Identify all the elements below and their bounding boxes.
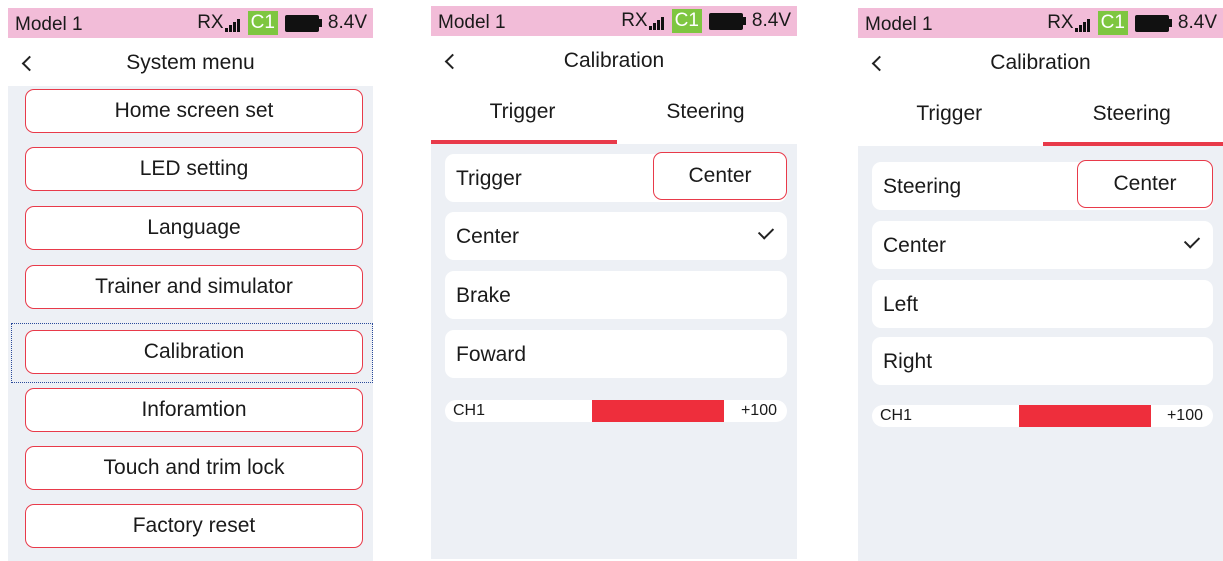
active-tab-indicator [431,140,617,144]
page-title: System menu [126,51,255,74]
rx-indicator: RX [197,8,240,38]
channel-bar: CH1 +100 [445,400,787,422]
status-bar: Model 1 RX C1 8.4V [8,8,373,38]
center-button[interactable]: Center [1077,160,1213,208]
calibration-trigger-screen: Model 1 RX C1 8.4V Calibration Trigger S… [431,6,797,559]
header: System menu [8,46,373,86]
option-left[interactable]: Left [872,280,1213,328]
battery-voltage: 8.4V [751,10,791,31]
option-label: Foward [456,343,527,366]
status-bar: Model 1 RX C1 8.4V [858,8,1223,38]
checkmark-icon [757,223,775,240]
battery-voltage: 8.4V [1177,12,1217,33]
tab-steering[interactable]: Steering [614,100,797,124]
row-label: Steering [883,175,962,198]
status-bar: Model 1 RX C1 8.4V [431,6,797,36]
checkmark-icon [1183,232,1201,249]
rx-label: RX [1047,12,1074,33]
calibration-steering-screen: Model 1 RX C1 8.4V Calibration Trigger S… [858,8,1223,561]
calibration-panel: Trigger Steering Trigger Center Center B… [431,84,797,559]
menu-panel: Home screen set LED setting Language Tra… [8,86,373,561]
channel-label: CH1 [880,407,913,424]
option-label: Left [883,293,919,316]
signal-bars-icon [1074,19,1090,32]
tab-bar: Trigger Steering [431,84,797,144]
page-title: Calibration [990,51,1091,74]
menu-item-information[interactable]: Inforamtion [25,388,363,432]
rx-label: RX [621,10,648,31]
menu-item-calibration[interactable]: Calibration [25,330,363,374]
steering-row: Steering Center [872,160,1213,210]
battery-icon [1134,14,1172,32]
menu-item-trainer-and-simulator[interactable]: Trainer and simulator [25,265,363,309]
page-title: Calibration [563,49,665,72]
option-label: Center [456,225,520,248]
option-label: Right [883,350,933,373]
center-button[interactable]: Center [653,152,787,200]
system-menu-screen: Model 1 RX C1 8.4V System menu Home scre… [8,8,373,561]
battery-voltage: 8.4V [327,12,367,33]
channel-value: +100 [740,402,777,419]
channel-bar: CH1 +100 [872,405,1213,427]
model-name: Model 1 [865,14,933,35]
model-name: Model 1 [15,14,83,35]
model-name: Model 1 [438,12,506,33]
rx-indicator: RX [1047,8,1090,38]
signal-bars-icon [224,19,240,32]
channel-badge: C1 [1097,11,1128,35]
menu-item-home-screen-set[interactable]: Home screen set [25,89,363,133]
tab-bar: Trigger Steering [858,86,1223,146]
rx-indicator: RX [621,6,664,36]
battery-icon [284,14,322,32]
status-indicators: RX C1 8.4V [197,8,367,38]
signal-bars-icon [648,17,664,30]
trigger-row: Trigger Center [445,152,787,202]
channel-badge: C1 [671,9,702,33]
calibration-panel: Trigger Steering Steering Center Center … [858,86,1223,561]
menu-item-factory-reset[interactable]: Factory reset [25,504,363,548]
status-indicators: RX C1 8.4V [1047,8,1217,38]
option-label: Center [883,234,947,257]
option-right[interactable]: Right [872,337,1213,385]
option-center[interactable]: Center [445,212,787,260]
option-center[interactable]: Center [872,221,1213,269]
menu-item-touch-and-trim-lock[interactable]: Touch and trim lock [25,446,363,490]
option-label: Brake [456,284,511,307]
menu-item-language[interactable]: Language [25,206,363,250]
header: Calibration [858,46,1223,86]
channel-badge: C1 [247,11,278,35]
option-foward[interactable]: Foward [445,330,787,378]
status-indicators: RX C1 8.4V [621,6,791,36]
row-label: Trigger [456,167,522,190]
active-tab-indicator [1043,142,1223,146]
header: Calibration [431,44,797,84]
channel-label: CH1 [453,402,486,419]
tab-trigger[interactable]: Trigger [858,102,1041,126]
rx-label: RX [197,12,224,33]
channel-level-fill [1019,405,1151,427]
channel-value: +100 [1166,407,1203,424]
battery-icon [708,12,746,30]
channel-level-fill [592,400,724,422]
menu-item-led-setting[interactable]: LED setting [25,147,363,191]
option-brake[interactable]: Brake [445,271,787,319]
tab-steering[interactable]: Steering [1041,102,1223,126]
tab-trigger[interactable]: Trigger [431,100,614,124]
